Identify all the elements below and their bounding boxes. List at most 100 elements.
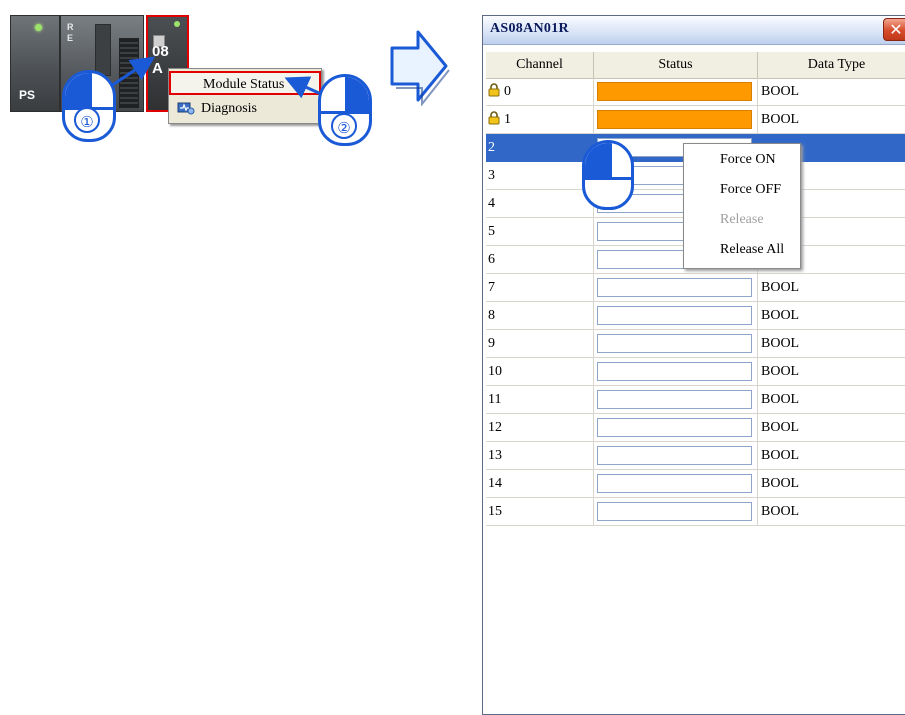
channel-cell: 11 bbox=[486, 386, 594, 414]
window-titlebar[interactable]: AS08AN01R ✕ bbox=[483, 16, 905, 45]
io-label-line1: 08 bbox=[152, 43, 169, 60]
ps-label: PS bbox=[19, 88, 36, 102]
table-row[interactable]: 9 BOOL bbox=[486, 330, 905, 358]
data-type-cell: BOOL bbox=[758, 442, 905, 470]
lock-icon bbox=[488, 111, 500, 125]
menu-item-release-all[interactable]: Release All bbox=[684, 236, 800, 264]
table-row[interactable]: 8 BOOL bbox=[486, 302, 905, 330]
channel-number: 10 bbox=[488, 364, 502, 379]
cpu-letter-r: R bbox=[67, 22, 74, 32]
status-cell bbox=[594, 498, 758, 526]
data-type-cell: BOOL bbox=[758, 78, 905, 106]
status-cell bbox=[594, 78, 758, 106]
close-icon: ✕ bbox=[889, 20, 903, 39]
table-row[interactable]: 14 BOOL bbox=[486, 470, 905, 498]
channel-cell: 1 bbox=[486, 106, 594, 134]
status-indicator-bar bbox=[597, 110, 752, 129]
data-type-cell: BOOL bbox=[758, 414, 905, 442]
diagnosis-icon bbox=[177, 102, 195, 115]
data-type-cell: BOOL bbox=[758, 470, 905, 498]
channel-number: 1 bbox=[504, 112, 511, 127]
column-header-status[interactable]: Status bbox=[594, 52, 758, 78]
module-status-window: AS08AN01R ✕ Channel Status Data Type 0 BO… bbox=[482, 15, 905, 715]
channel-number: 15 bbox=[488, 504, 502, 519]
channel-cell: 4 bbox=[486, 190, 594, 218]
column-header-channel[interactable]: Channel bbox=[486, 52, 594, 78]
status-indicator-bar bbox=[597, 334, 752, 353]
mouse-right-click-icon-table bbox=[582, 140, 634, 210]
channel-number: 8 bbox=[488, 308, 495, 323]
status-indicator-bar bbox=[597, 362, 752, 381]
channel-number: 9 bbox=[488, 336, 495, 351]
cpu-letters: R E bbox=[67, 22, 74, 44]
status-cell bbox=[594, 470, 758, 498]
module-context-menu: Module Status Diagnosis bbox=[168, 68, 322, 124]
channel-cell: 9 bbox=[486, 330, 594, 358]
step-1-badge: ① bbox=[74, 107, 100, 133]
data-type-cell: BOOL bbox=[758, 386, 905, 414]
status-cell bbox=[594, 302, 758, 330]
status-cell bbox=[594, 330, 758, 358]
data-type-cell: BOOL bbox=[758, 106, 905, 134]
menu-item-label: Diagnosis bbox=[201, 101, 257, 116]
status-indicator-bar bbox=[597, 278, 752, 297]
table-row[interactable]: 0 BOOL bbox=[486, 78, 905, 106]
table-row[interactable]: 11 BOOL bbox=[486, 386, 905, 414]
status-cell bbox=[594, 414, 758, 442]
menu-item-force-on[interactable]: Force ON bbox=[684, 146, 800, 174]
data-type-cell: BOOL bbox=[758, 274, 905, 302]
channel-number: 12 bbox=[488, 420, 502, 435]
status-indicator-bar bbox=[597, 306, 752, 325]
status-cell bbox=[594, 274, 758, 302]
channel-number: 5 bbox=[488, 224, 495, 239]
force-context-menu: Force ON Force OFF Release Release All bbox=[683, 143, 801, 269]
table-row[interactable]: 12 BOOL bbox=[486, 414, 905, 442]
status-indicator-bar bbox=[597, 82, 752, 101]
io-module-label: 08 A bbox=[152, 43, 169, 77]
channel-number: 3 bbox=[488, 168, 495, 183]
channel-number: 11 bbox=[488, 392, 502, 407]
channel-cell: 7 bbox=[486, 274, 594, 302]
power-led-icon bbox=[35, 24, 42, 31]
table-row[interactable]: 10 BOOL bbox=[486, 358, 905, 386]
cpu-connector bbox=[119, 38, 139, 108]
table-row[interactable]: 13 BOOL bbox=[486, 442, 905, 470]
io-label-line2: A bbox=[152, 60, 163, 77]
status-indicator-bar bbox=[597, 390, 752, 409]
status-cell bbox=[594, 358, 758, 386]
channel-number: 2 bbox=[488, 140, 495, 155]
menu-item-module-status[interactable]: Module Status bbox=[169, 71, 321, 95]
channel-cell: 6 bbox=[486, 246, 594, 274]
channel-number: 14 bbox=[488, 476, 502, 491]
channel-cell: 12 bbox=[486, 414, 594, 442]
status-indicator-bar bbox=[597, 446, 752, 465]
menu-item-label: Module Status bbox=[203, 77, 285, 92]
power-supply-module: PS bbox=[10, 15, 60, 112]
menu-item-diagnosis[interactable]: Diagnosis bbox=[169, 97, 321, 121]
status-indicator-bar bbox=[597, 474, 752, 493]
lock-icon bbox=[488, 83, 500, 97]
status-indicator-bar bbox=[597, 502, 752, 521]
column-header-data-type[interactable]: Data Type bbox=[758, 52, 905, 78]
status-cell bbox=[594, 106, 758, 134]
channel-cell: 0 bbox=[486, 78, 594, 106]
table-row[interactable]: 15 BOOL bbox=[486, 498, 905, 526]
channel-cell: 5 bbox=[486, 218, 594, 246]
transition-arrow-icon bbox=[390, 30, 450, 106]
status-cell bbox=[594, 386, 758, 414]
channel-number: 0 bbox=[504, 84, 511, 99]
io-led-icon bbox=[174, 21, 180, 27]
close-button[interactable]: ✕ bbox=[883, 18, 905, 41]
table-row[interactable]: 1 BOOL bbox=[486, 106, 905, 134]
status-indicator-bar bbox=[597, 418, 752, 437]
step-2-badge: ② bbox=[331, 113, 357, 139]
channel-number: 4 bbox=[488, 196, 495, 211]
channel-number: 13 bbox=[488, 448, 502, 463]
channel-cell: 13 bbox=[486, 442, 594, 470]
table-row[interactable]: 7 BOOL bbox=[486, 274, 905, 302]
menu-item-force-off[interactable]: Force OFF bbox=[684, 176, 800, 204]
cpu-card-slot bbox=[95, 24, 111, 76]
channel-number: 6 bbox=[488, 252, 495, 267]
data-type-cell: BOOL bbox=[758, 302, 905, 330]
channel-cell: 10 bbox=[486, 358, 594, 386]
